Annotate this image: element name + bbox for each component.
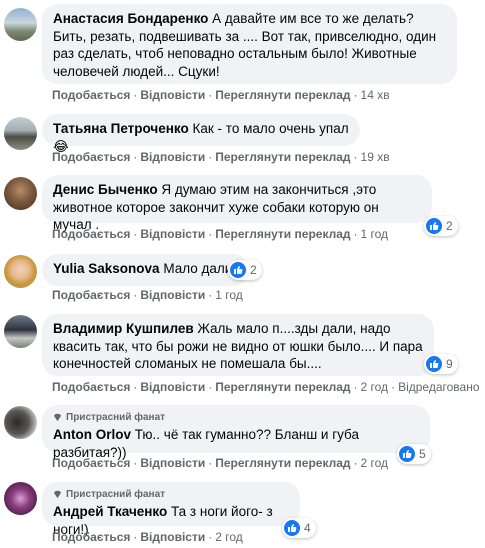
comment-author[interactable]: Владимир Кушпилев (53, 321, 194, 336)
like-link[interactable]: Подобається (52, 530, 130, 544)
comment-bubble: Денис Быченко Я думаю этим на закончитьс… (42, 175, 432, 232)
comment-bubble: Анастасия Бондаренко А давайте им все то… (42, 4, 457, 84)
fan-badge: Пристрасний фанат (53, 488, 289, 501)
comment-author[interactable]: Yulia Saksonova (53, 261, 160, 276)
translate-link[interactable]: Переглянути переклад (215, 227, 350, 241)
comment-text: Мало дали! (163, 261, 237, 276)
reaction-count[interactable]: 4 (282, 518, 316, 538)
comment-actions: Подобається · Відповісти · Переглянути перек… (52, 88, 390, 102)
reply-link[interactable]: Відповісти (140, 530, 205, 544)
reply-link[interactable]: Відповісти (140, 380, 205, 394)
comment-time[interactable]: 1 год (215, 288, 243, 302)
like-link[interactable]: Подобається (52, 150, 130, 164)
comment-actions: Подобається · Відповісти · Переглянути перек… (52, 456, 389, 470)
avatar[interactable] (4, 177, 37, 210)
comment-time[interactable]: 14 хв (361, 88, 390, 102)
translate-link[interactable]: Переглянути переклад (215, 150, 350, 164)
comment-time[interactable]: 2 год (361, 456, 389, 470)
like-link[interactable]: Подобається (52, 288, 130, 302)
avatar[interactable] (4, 255, 37, 288)
translate-link[interactable]: Переглянути переклад (215, 456, 350, 470)
comment-bubble: Пристрасний фанат Anton Orlov Тю.. чё та… (42, 405, 430, 460)
comment-bubble: Yulia Saksonova Мало дали! (42, 254, 249, 286)
comment-actions: Подобається · Відповісти · Переглянути перек… (52, 227, 389, 241)
comment-actions: Подобається · Відповісти · Переглянути перек… (52, 150, 390, 164)
comment-actions: Подобається · Відповісти · 1 год (52, 288, 243, 302)
diamond-icon (53, 490, 62, 499)
reply-link[interactable]: Відповісти (140, 456, 205, 470)
translate-link[interactable]: Переглянути переклад (215, 88, 350, 102)
like-link[interactable]: Подобається (52, 227, 130, 241)
comment-time[interactable]: 1 год (361, 227, 389, 241)
comment-bubble: Татьяна Петроченко Как - то мало очень у… (42, 114, 360, 154)
comment-author[interactable]: Татьяна Петроченко (53, 121, 189, 136)
comment-text: Как - то мало очень упал (192, 121, 349, 136)
avatar[interactable] (4, 482, 37, 515)
like-icon (426, 218, 442, 234)
reply-link[interactable]: Відповісти (140, 150, 205, 164)
edited-label[interactable]: Відредаговано (398, 380, 479, 394)
like-link[interactable]: Подобається (52, 88, 130, 102)
fan-badge: Пристрасний фанат (53, 411, 419, 424)
like-icon (399, 446, 415, 462)
comment-author[interactable]: Андрей Ткаченко (53, 504, 167, 519)
comment-bubble: Пристрасний фанат Андрей Ткаченко Та з н… (42, 482, 300, 537)
like-icon (284, 520, 300, 536)
like-link[interactable]: Подобається (52, 456, 130, 470)
comment-actions: Подобається · Відповісти · Переглянути перек… (52, 380, 480, 394)
avatar[interactable] (4, 117, 37, 150)
avatar[interactable] (4, 406, 37, 439)
comment-author[interactable]: Анастасия Бондаренко (53, 11, 208, 26)
reaction-count[interactable]: 9 (424, 354, 458, 374)
comment-bubble: Владимир Кушпилев Жаль мало п....зды дал… (42, 314, 434, 376)
reply-link[interactable]: Відповісти (140, 88, 205, 102)
comment-time[interactable]: 19 хв (361, 150, 390, 164)
like-link[interactable]: Подобається (52, 380, 130, 394)
reaction-count[interactable]: 2 (424, 216, 458, 236)
comment-author[interactable]: Anton Orlov (53, 427, 131, 442)
reaction-count[interactable]: 5 (397, 444, 431, 464)
comment-time[interactable]: 2 год (361, 380, 389, 394)
comment-author[interactable]: Денис Быченко (53, 182, 158, 197)
reply-link[interactable]: Відповісти (140, 227, 205, 241)
avatar[interactable] (4, 8, 37, 41)
avatar[interactable] (4, 315, 37, 348)
like-icon (230, 262, 246, 278)
comment-time[interactable]: 2 год (215, 530, 243, 544)
reply-link[interactable]: Відповісти (140, 288, 205, 302)
comment-actions: Подобається · Відповісти · 2 год (52, 530, 243, 544)
reaction-count[interactable]: 2 (228, 260, 262, 280)
like-icon (426, 356, 442, 372)
diamond-icon (53, 413, 62, 422)
translate-link[interactable]: Переглянути переклад (215, 380, 350, 394)
